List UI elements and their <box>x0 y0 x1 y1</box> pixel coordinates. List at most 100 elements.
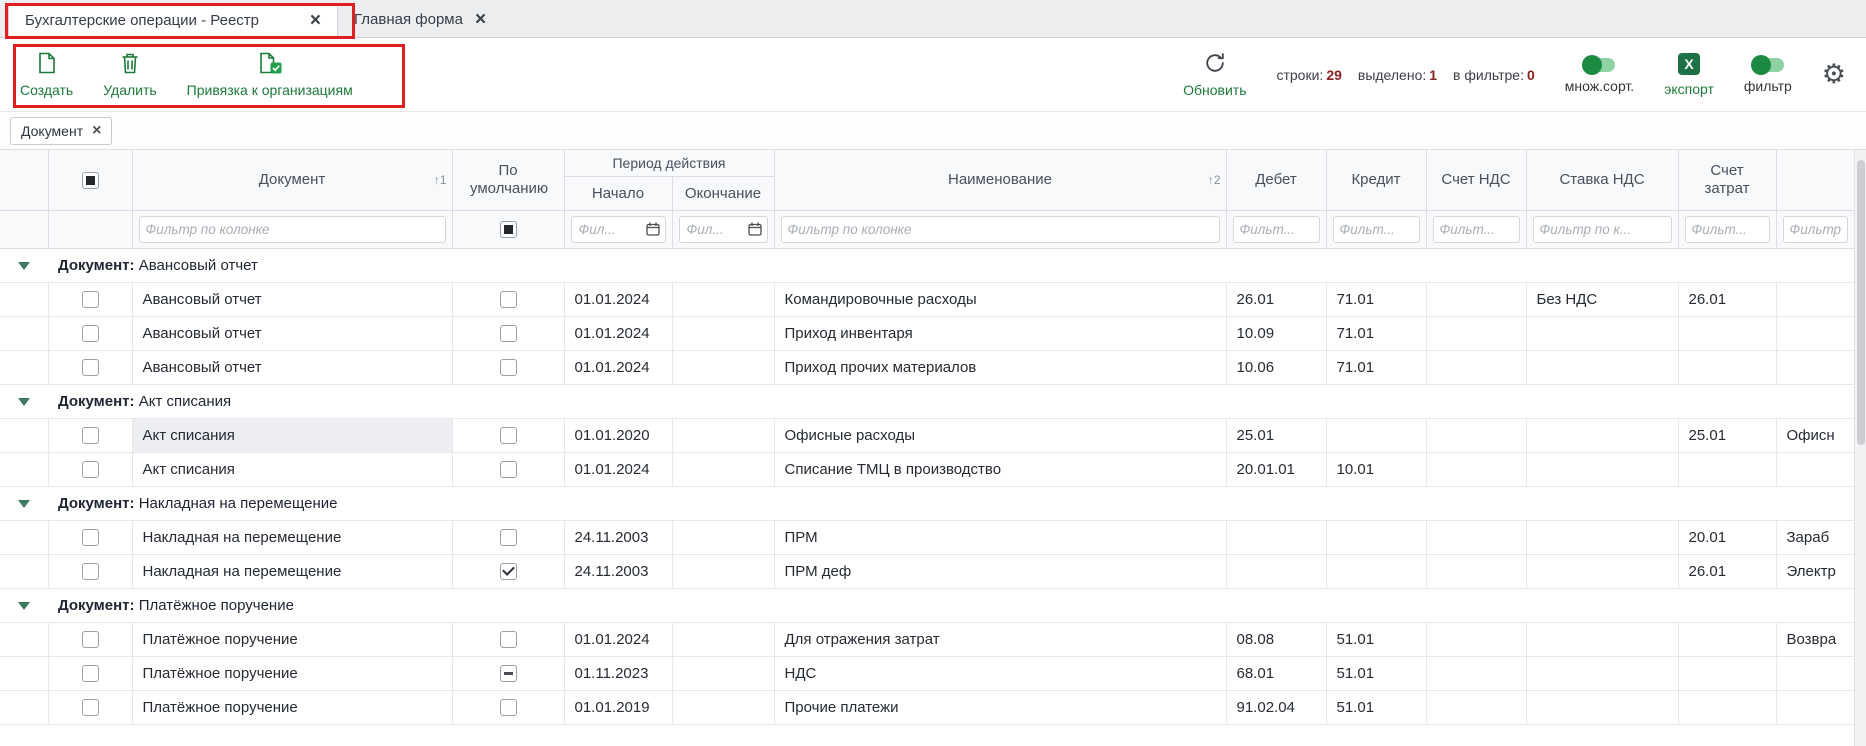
row-select-cell[interactable] <box>48 282 132 316</box>
column-header-start[interactable]: Начало <box>564 176 672 210</box>
table-row[interactable]: Платёжное поручение01.11.2023НДС68.0151.… <box>0 656 1854 690</box>
create-button[interactable]: Создать <box>20 52 73 98</box>
filter-input-vat-account[interactable] <box>1433 216 1520 243</box>
row-select-cell[interactable] <box>48 554 132 588</box>
row-select-cell[interactable] <box>48 316 132 350</box>
row-checkbox[interactable] <box>82 529 99 546</box>
select-all-checkbox[interactable] <box>82 172 99 189</box>
row-checkbox[interactable] <box>82 699 99 716</box>
sort-indicator-icon[interactable]: ↑1 <box>434 173 447 187</box>
filter-default-checkbox[interactable] <box>500 221 517 238</box>
column-header-document[interactable]: Документ ↑1 <box>132 150 452 210</box>
column-header-vat-rate[interactable]: Ставка НДС <box>1526 150 1678 210</box>
row-select-cell[interactable] <box>48 520 132 554</box>
group-collapse-toggle[interactable] <box>0 384 48 418</box>
group-chip-document[interactable]: Документ × <box>10 117 112 145</box>
tab-accounting-operations[interactable]: Бухгалтерские операции - Реестр × <box>8 3 338 38</box>
refresh-button[interactable]: Обновить <box>1183 52 1246 98</box>
filter-input-vat-rate[interactable] <box>1533 216 1672 243</box>
vertical-scrollbar[interactable] <box>1854 150 1866 746</box>
filter-date-end[interactable] <box>679 216 768 243</box>
cell-default[interactable] <box>452 452 564 486</box>
default-checkbox[interactable] <box>500 665 517 682</box>
row-checkbox[interactable] <box>82 563 99 580</box>
row-select-cell[interactable] <box>48 622 132 656</box>
chevron-down-icon[interactable] <box>18 398 30 406</box>
tab-main-form[interactable]: Главная форма × <box>338 2 502 37</box>
filter-input-extra[interactable] <box>1783 216 1848 243</box>
link-to-organizations-button[interactable]: Привязка к организациям <box>187 52 353 98</box>
cell-document[interactable]: Платёжное поручение <box>132 656 452 690</box>
row-checkbox[interactable] <box>82 359 99 376</box>
table-row[interactable]: Акт списания01.01.2020Офисные расходы25.… <box>0 418 1854 452</box>
close-icon[interactable]: × <box>475 10 486 29</box>
column-header-default[interactable]: По умолчанию <box>452 150 564 210</box>
row-select-cell[interactable] <box>48 452 132 486</box>
table-row[interactable]: Авансовый отчет01.01.2024Приход прочих м… <box>0 350 1854 384</box>
row-checkbox[interactable] <box>82 427 99 444</box>
cell-default[interactable] <box>452 418 564 452</box>
multisort-toggle[interactable]: множ.сорт. <box>1565 55 1634 94</box>
default-checkbox[interactable] <box>500 359 517 376</box>
filter-input-credit[interactable] <box>1333 216 1420 243</box>
select-all-header[interactable] <box>48 150 132 210</box>
row-checkbox[interactable] <box>82 631 99 648</box>
filter-toggle[interactable]: фильтр <box>1744 55 1792 94</box>
chevron-down-icon[interactable] <box>18 262 30 270</box>
toggle-switch-icon[interactable] <box>1583 58 1615 72</box>
filter-input-start[interactable] <box>577 221 646 238</box>
cell-default[interactable] <box>452 554 564 588</box>
column-header-debit[interactable]: Дебет <box>1226 150 1326 210</box>
settings-gear-icon[interactable]: ⚙ <box>1822 61 1846 88</box>
cell-default[interactable] <box>452 690 564 724</box>
cell-default[interactable] <box>452 622 564 656</box>
table-row[interactable]: Авансовый отчет01.01.2024Приход инвентар… <box>0 316 1854 350</box>
row-select-cell[interactable] <box>48 418 132 452</box>
table-row[interactable]: Накладная на перемещение24.11.2003ПРМ де… <box>0 554 1854 588</box>
chevron-down-icon[interactable] <box>18 500 30 508</box>
default-checkbox[interactable] <box>500 427 517 444</box>
group-collapse-toggle[interactable] <box>0 248 48 282</box>
table-row[interactable]: Накладная на перемещение24.11.2003ПРМ20.… <box>0 520 1854 554</box>
toggle-switch-icon[interactable] <box>1752 58 1784 72</box>
default-checkbox[interactable] <box>500 291 517 308</box>
cell-document[interactable]: Авансовый отчет <box>132 316 452 350</box>
delete-button[interactable]: Удалить <box>103 52 156 98</box>
table-row[interactable]: Платёжное поручение01.01.2019Прочие плат… <box>0 690 1854 724</box>
table-row[interactable]: Платёжное поручение01.01.2024Для отражен… <box>0 622 1854 656</box>
row-checkbox[interactable] <box>82 291 99 308</box>
column-header-name[interactable]: Наименование ↑2 <box>774 150 1226 210</box>
column-header-extra[interactable] <box>1776 150 1854 210</box>
filter-input-end[interactable] <box>685 221 748 238</box>
default-checkbox[interactable] <box>500 325 517 342</box>
row-checkbox[interactable] <box>82 325 99 342</box>
close-icon[interactable]: × <box>92 123 101 139</box>
filter-input-cost-account[interactable] <box>1685 216 1770 243</box>
cell-document[interactable]: Накладная на перемещение <box>132 520 452 554</box>
default-checkbox[interactable] <box>500 529 517 546</box>
default-checkbox[interactable] <box>500 461 517 478</box>
cell-document[interactable]: Авансовый отчет <box>132 282 452 316</box>
filter-input-debit[interactable] <box>1233 216 1320 243</box>
scrollbar-thumb[interactable] <box>1857 160 1865 445</box>
column-header-end[interactable]: Окончание <box>672 176 774 210</box>
group-collapse-toggle[interactable] <box>0 588 48 622</box>
table-row[interactable]: Акт списания01.01.2024Списание ТМЦ в про… <box>0 452 1854 486</box>
cell-default[interactable] <box>452 316 564 350</box>
chevron-down-icon[interactable] <box>18 602 30 610</box>
cell-document[interactable]: Акт списания <box>132 452 452 486</box>
cell-document[interactable]: Авансовый отчет <box>132 350 452 384</box>
default-checkbox[interactable] <box>500 563 517 580</box>
close-icon[interactable]: × <box>310 11 321 30</box>
filter-input-name[interactable] <box>781 216 1220 243</box>
cell-document[interactable]: Платёжное поручение <box>132 622 452 656</box>
default-checkbox[interactable] <box>500 699 517 716</box>
group-collapse-toggle[interactable] <box>0 486 48 520</box>
row-select-cell[interactable] <box>48 690 132 724</box>
default-checkbox[interactable] <box>500 631 517 648</box>
row-checkbox[interactable] <box>82 665 99 682</box>
column-header-cost-account[interactable]: Счет затрат <box>1678 150 1776 210</box>
row-select-cell[interactable] <box>48 350 132 384</box>
column-header-credit[interactable]: Кредит <box>1326 150 1426 210</box>
cell-document[interactable]: Платёжное поручение <box>132 690 452 724</box>
